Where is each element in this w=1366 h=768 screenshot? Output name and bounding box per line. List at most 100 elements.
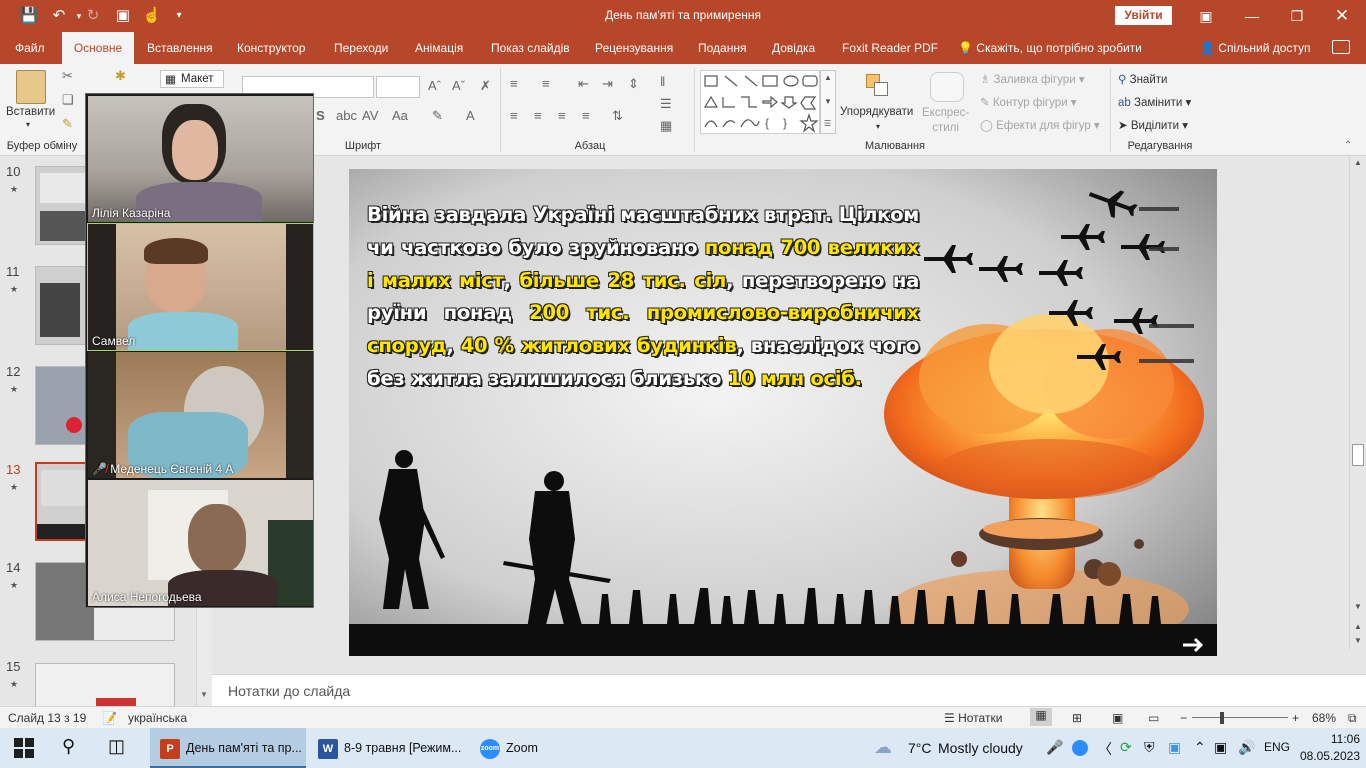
next-slide-icon[interactable]: ▼ xyxy=(1354,636,1362,645)
tab-home[interactable]: Основне xyxy=(62,32,134,64)
slide-canvas[interactable]: Війна завдала Україні масштабних втрат. … xyxy=(349,169,1217,656)
find-button[interactable]: ⚲ Знайти xyxy=(1118,72,1167,86)
tab-transitions[interactable]: Переходи xyxy=(330,32,392,64)
shape-fill-button[interactable]: ♗ Заливка фігури ▾ xyxy=(980,72,1085,86)
tab-insert[interactable]: Вставлення xyxy=(143,32,217,64)
zoom-slider[interactable] xyxy=(1192,717,1288,718)
scroll-down-icon[interactable]: ▼ xyxy=(1354,602,1362,611)
task-view-icon[interactable]: ◫ xyxy=(108,736,125,757)
slide-area-scrollbar[interactable]: ▲ ▼ ▲ ▼ xyxy=(1349,156,1366,650)
increase-indent-icon[interactable]: ⇥ xyxy=(602,76,613,92)
scroll-down-icon[interactable]: ▼ xyxy=(200,690,208,699)
slide-sorter-icon[interactable]: ⊞ xyxy=(1072,711,1082,725)
volume-icon[interactable]: 🔊 xyxy=(1238,739,1255,756)
zoom-slider-thumb[interactable] xyxy=(1220,712,1224,724)
zoom-in-icon[interactable]: + xyxy=(1292,711,1299,725)
usb-icon[interactable]: 〈 xyxy=(1098,739,1112,759)
layout-button[interactable]: ▦ Макет xyxy=(160,70,224,88)
weather-temperature[interactable]: 7°C xyxy=(908,740,932,756)
comments-icon[interactable] xyxy=(1332,40,1350,54)
cut-icon[interactable]: ✂ xyxy=(62,68,73,84)
zoom-level[interactable]: 68% xyxy=(1312,711,1336,725)
bullets-icon[interactable]: ≡ xyxy=(510,76,518,91)
arrange-button[interactable]: Упорядкувати xyxy=(840,106,913,118)
windows-start-icon[interactable] xyxy=(14,738,34,758)
tab-foxit[interactable]: Foxit Reader PDF xyxy=(838,32,942,64)
language-indicator[interactable]: українська xyxy=(128,711,187,725)
slide-thumbnail[interactable] xyxy=(35,663,175,706)
tab-review[interactable]: Рецензування xyxy=(591,32,677,64)
decrease-font-icon[interactable]: Aˇ xyxy=(452,78,465,93)
align-left-icon[interactable]: ≡ xyxy=(510,108,518,123)
tell-me-search[interactable]: 💡 Скажіть, що потрібно зробити xyxy=(958,32,1142,64)
zoom-out-icon[interactable]: − xyxy=(1180,711,1187,725)
arrange-dropdown-icon[interactable]: ▾ xyxy=(876,122,880,131)
shape-outline-button[interactable]: ✎ Контур фігури ▾ xyxy=(980,95,1077,109)
arrange-icon[interactable] xyxy=(864,72,892,100)
share-button[interactable]: 👤 Спільний доступ xyxy=(1200,32,1311,64)
select-button[interactable]: ➤ Виділити ▾ xyxy=(1118,118,1188,132)
tab-view[interactable]: Подання xyxy=(694,32,750,64)
copy-icon[interactable]: ❏ xyxy=(62,92,74,108)
notes-placeholder[interactable]: Нотатки до слайда xyxy=(228,683,350,699)
numbering-icon[interactable]: ≡ xyxy=(542,76,550,91)
search-icon[interactable]: ⚲ xyxy=(62,736,75,757)
line-spacing-icon[interactable]: ⇕ xyxy=(628,76,639,92)
taskbar-app-zoom[interactable]: zoom Zoom xyxy=(470,728,570,768)
notes-toggle-button[interactable]: ☰ Нотатки xyxy=(944,711,1002,725)
sync-icon[interactable]: ⟳ xyxy=(1120,739,1132,756)
shapes-gallery[interactable]: { } xyxy=(700,70,820,134)
slide-body-text[interactable]: Війна завдала Україні масштабних втрат. … xyxy=(367,199,920,396)
collapse-ribbon-icon[interactable]: ⌃ xyxy=(1344,140,1352,151)
taskbar-app-word[interactable]: W 8-9 травня [Режим... xyxy=(310,728,466,768)
scroll-up-icon[interactable]: ▲ xyxy=(1354,158,1362,167)
justify-icon[interactable]: ≡ xyxy=(582,108,590,123)
ribbon-display-options-icon[interactable]: ▣ xyxy=(1186,4,1226,28)
tab-help[interactable]: Довідка xyxy=(768,32,819,64)
participant-video[interactable]: Алиса Непогодьева xyxy=(88,480,313,606)
previous-slide-icon[interactable]: ▲ xyxy=(1354,622,1362,631)
normal-view-icon[interactable]: ▦ xyxy=(1030,708,1052,726)
align-text-icon[interactable]: ☰ xyxy=(660,96,672,112)
tab-animations[interactable]: Анімація xyxy=(411,32,467,64)
format-painter-icon[interactable]: ✎ xyxy=(62,116,73,132)
font-size-field[interactable] xyxy=(376,76,420,98)
smartart-icon[interactable]: ▦ xyxy=(660,118,672,134)
chevron-up-icon[interactable]: ⌃ xyxy=(1194,739,1206,756)
shapes-gallery-scroll[interactable]: ▲ ▼ ☰ xyxy=(820,70,836,134)
reading-view-icon[interactable]: ▣ xyxy=(1112,711,1123,725)
network-icon[interactable]: ▣ xyxy=(1214,739,1227,756)
slideshow-icon[interactable]: ▭ xyxy=(1148,711,1159,725)
microphone-icon[interactable]: 🎤 xyxy=(1046,739,1063,756)
strikethrough-icon[interactable]: abc xyxy=(336,108,357,123)
quick-styles-button[interactable]: Експрес- стилі xyxy=(922,106,969,136)
replace-button[interactable]: ab Замінити ▾ xyxy=(1118,95,1191,109)
taskbar-app-powerpoint[interactable]: P День пам'яті та пр... xyxy=(150,728,306,768)
input-language[interactable]: ENG xyxy=(1264,740,1290,754)
minimize-button[interactable]: — xyxy=(1232,4,1272,28)
tab-design[interactable]: Конструктор xyxy=(233,32,309,64)
quick-styles-icon[interactable] xyxy=(930,72,964,102)
shape-effects-button[interactable]: ◯ Ефекти для фігур ▾ xyxy=(980,118,1100,132)
clear-formatting-icon[interactable]: ✗ xyxy=(480,78,491,94)
highlight-icon[interactable]: ✎ xyxy=(432,108,443,124)
tab-slideshow[interactable]: Показ слайдів xyxy=(487,32,574,64)
participant-video[interactable]: Лілія Казаріна xyxy=(88,96,313,222)
scroll-thumb[interactable] xyxy=(1352,444,1364,466)
align-right-icon[interactable]: ≡ xyxy=(558,108,566,123)
tab-file[interactable]: Файл xyxy=(11,32,49,64)
increase-font-icon[interactable]: Aˆ xyxy=(428,78,441,93)
fit-to-window-icon[interactable]: ⧉ xyxy=(1348,711,1357,726)
paste-dropdown-icon[interactable]: ▾ xyxy=(26,120,30,129)
shadow-icon[interactable]: S xyxy=(316,108,325,123)
participant-video[interactable]: 🎤̸ Меденець Євгеній 4 А xyxy=(88,352,313,478)
spellcheck-icon[interactable]: 📝 xyxy=(102,711,117,725)
paste-button[interactable]: Вставити xyxy=(6,106,55,118)
sign-in-button[interactable]: Увійти xyxy=(1115,6,1172,25)
font-color-icon[interactable]: A xyxy=(466,108,475,123)
align-center-icon[interactable]: ≡ xyxy=(534,108,542,123)
text-direction-icon[interactable]: ⇅ xyxy=(612,108,623,124)
security-shield-icon[interactable]: ⛨ xyxy=(1144,739,1155,756)
paste-icon[interactable] xyxy=(16,70,46,104)
columns-icon[interactable]: ‖ xyxy=(660,74,665,89)
